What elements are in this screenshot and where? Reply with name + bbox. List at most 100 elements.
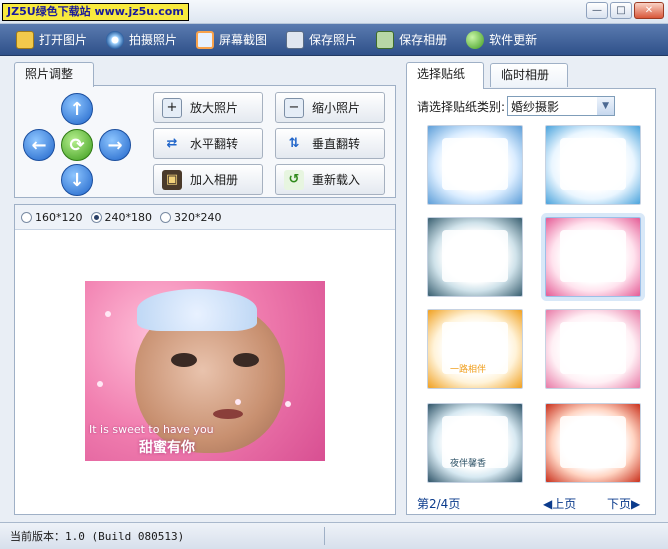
photo-caption-english: It is sweet to have you xyxy=(89,423,214,436)
title-bar: JZ5U绿色下载站 www.jz5u.com — □ ✕ xyxy=(0,0,668,24)
zoom-out-icon: − xyxy=(284,97,304,118)
sticker-text: 一路相伴 xyxy=(450,365,487,375)
mouth xyxy=(213,409,243,419)
tab-photo-adjust[interactable]: 照片调整 xyxy=(14,62,94,87)
update-globe-icon xyxy=(466,30,485,49)
next-page-link[interactable]: 下页▶ xyxy=(607,495,640,512)
sticker-text: 夜伴馨香 xyxy=(450,459,487,469)
sparkle xyxy=(105,311,111,317)
arrow-up-icon: ↑ xyxy=(69,98,85,120)
flip-horizontal-icon: ⇄ xyxy=(166,136,178,151)
photo-preview-panel: 160*120 240*180 320*240 It is sweet to h… xyxy=(14,204,396,515)
reload-label: 重新载入 xyxy=(312,173,361,187)
pager: 第2/4页 ◀上页 下页▶ xyxy=(407,495,657,513)
site-watermark: JZ5U绿色下载站 www.jz5u.com xyxy=(2,3,189,21)
sticker-thumb-blue-butterfly-frame[interactable] xyxy=(427,125,523,205)
save-album-label: 保存相册 xyxy=(399,33,448,47)
reload-icon: ↺ xyxy=(284,169,304,190)
zoom-in-label: 放大照片 xyxy=(190,101,239,115)
photo-caption-chinese: 甜蜜有你 xyxy=(139,440,195,456)
arrow-right-icon: → xyxy=(107,134,123,156)
prev-page-link[interactable]: ◀上页 xyxy=(543,495,576,512)
tab-photo-adjust-label: 照片调整 xyxy=(25,67,74,81)
move-up-button[interactable]: ↑ xyxy=(61,93,93,125)
save-photo-label: 保存照片 xyxy=(309,33,358,47)
flip-horizontal-label: 水平翻转 xyxy=(190,137,239,151)
sticker-frame-window xyxy=(560,138,626,190)
flip-vertical-label: 垂直翻转 xyxy=(312,137,361,151)
chevron-down-icon: ▼ xyxy=(597,97,615,115)
take-photo-label: 拍摄照片 xyxy=(129,33,178,47)
minimize-button[interactable]: — xyxy=(586,2,608,19)
category-value: 婚纱摄影 xyxy=(511,99,560,114)
software-update-button[interactable]: 软件更新 xyxy=(460,27,546,53)
sticker-thumb-castle-night-frame[interactable] xyxy=(427,217,523,297)
save-album-button[interactable]: 保存相册 xyxy=(370,27,456,53)
photo-adjust-panel: ↑ ← ⟳ → ↓ + 放大照片 − 缩小照片 ⇄ 水平翻转 ⇅ 垂直翻转 ▣ … xyxy=(14,85,396,198)
right-panel: 选择贴纸 临时相册 请选择贴纸类别: 婚纱摄影 ▼ 一路相伴夜伴馨香 第2/4页… xyxy=(406,62,656,515)
zoom-out-label: 缩小照片 xyxy=(312,101,361,115)
size-selector: 160*120 240*180 320*240 xyxy=(15,205,395,230)
size-option-240[interactable]: 240*180 xyxy=(90,211,152,224)
sticker-thumb-pink-flowers-frame[interactable] xyxy=(545,309,641,389)
radio-icon xyxy=(21,211,32,223)
flip-vertical-icon: ⇅ xyxy=(288,136,300,151)
sticker-thumb-blue-flower-frame[interactable] xyxy=(545,125,641,205)
sparkle xyxy=(97,381,103,387)
sticker-frame-window xyxy=(560,322,626,374)
webcam-icon xyxy=(106,30,125,49)
sticker-frame-window xyxy=(442,138,508,190)
size-option-320[interactable]: 320*240 xyxy=(160,211,222,224)
open-folder-icon xyxy=(16,30,34,49)
size-option-160[interactable]: 160*120 xyxy=(21,211,83,224)
move-left-button[interactable]: ← xyxy=(23,129,55,161)
zoom-out-button[interactable]: − 缩小照片 xyxy=(275,92,385,123)
open-image-button[interactable]: 打开图片 xyxy=(10,27,96,53)
size-option-label: 320*240 xyxy=(174,210,222,224)
tab-temp-album[interactable]: 临时相册 xyxy=(490,63,568,87)
sticker-panel: 请选择贴纸类别: 婚纱摄影 ▼ 一路相伴夜伴馨香 第2/4页 ◀上页 下页▶ xyxy=(406,88,656,515)
size-option-label: 160*120 xyxy=(35,210,83,224)
sticker-thumb-pink-border-frame[interactable] xyxy=(545,217,641,297)
left-panel: 照片调整 ↑ ← ⟳ → ↓ + 放大照片 − 缩小照片 ⇄ 水平翻转 ⇅ 垂直… xyxy=(14,62,396,515)
photo-preview[interactable]: It is sweet to have you 甜蜜有你 xyxy=(85,281,325,461)
radio-icon xyxy=(160,211,171,223)
category-dropdown[interactable]: 婚纱摄影 ▼ xyxy=(507,96,616,116)
category-row: 请选择贴纸类别: 婚纱摄影 ▼ xyxy=(417,96,616,116)
page-indicator: 第2/4页 xyxy=(417,497,461,511)
reset-position-button[interactable]: ⟳ xyxy=(61,129,93,161)
software-update-label: 软件更新 xyxy=(489,33,538,47)
arrow-down-icon: ↓ xyxy=(69,169,85,191)
baby-cap xyxy=(137,289,257,331)
window-controls: — □ ✕ xyxy=(586,2,664,19)
tab-select-sticker[interactable]: 选择贴纸 xyxy=(406,62,484,89)
flip-horizontal-button[interactable]: ⇄ 水平翻转 xyxy=(153,128,263,159)
zoom-in-button[interactable]: + 放大照片 xyxy=(153,92,263,123)
refresh-icon: ⟳ xyxy=(69,134,85,156)
screenshot-label: 屏幕截图 xyxy=(219,33,268,47)
move-right-button[interactable]: → xyxy=(99,129,131,161)
sticker-thumb-orange-trees-frame[interactable]: 一路相伴 xyxy=(427,309,523,389)
save-photo-button[interactable]: 保存照片 xyxy=(280,27,366,53)
add-to-album-label: 加入相册 xyxy=(190,173,239,187)
add-to-album-button[interactable]: ▣ 加入相册 xyxy=(153,164,263,195)
tab-temp-album-label: 临时相册 xyxy=(501,68,550,82)
status-divider xyxy=(324,527,325,545)
move-down-button[interactable]: ↓ xyxy=(61,164,93,196)
right-eye xyxy=(233,353,259,367)
radio-selected-icon xyxy=(90,211,102,223)
version-text: 当前版本：1.0 (Build 080513) xyxy=(10,530,185,543)
maximize-button[interactable]: □ xyxy=(610,2,632,19)
tab-select-sticker-label: 选择贴纸 xyxy=(417,67,466,81)
close-button[interactable]: ✕ xyxy=(634,2,664,19)
sticker-thumb-red-dress-lady-frame[interactable] xyxy=(545,403,641,483)
reload-button[interactable]: ↺ 重新载入 xyxy=(275,164,385,195)
take-photo-button[interactable]: 拍摄照片 xyxy=(100,27,186,53)
flip-vertical-button[interactable]: ⇅ 垂直翻转 xyxy=(275,128,385,159)
screenshot-icon xyxy=(196,30,215,49)
left-eye xyxy=(171,353,197,367)
screenshot-button[interactable]: 屏幕截图 xyxy=(190,27,276,53)
sticker-thumb-moon-night-frame[interactable]: 夜伴馨香 xyxy=(427,403,523,483)
sticker-frame-window xyxy=(560,416,626,468)
open-image-label: 打开图片 xyxy=(39,33,88,47)
